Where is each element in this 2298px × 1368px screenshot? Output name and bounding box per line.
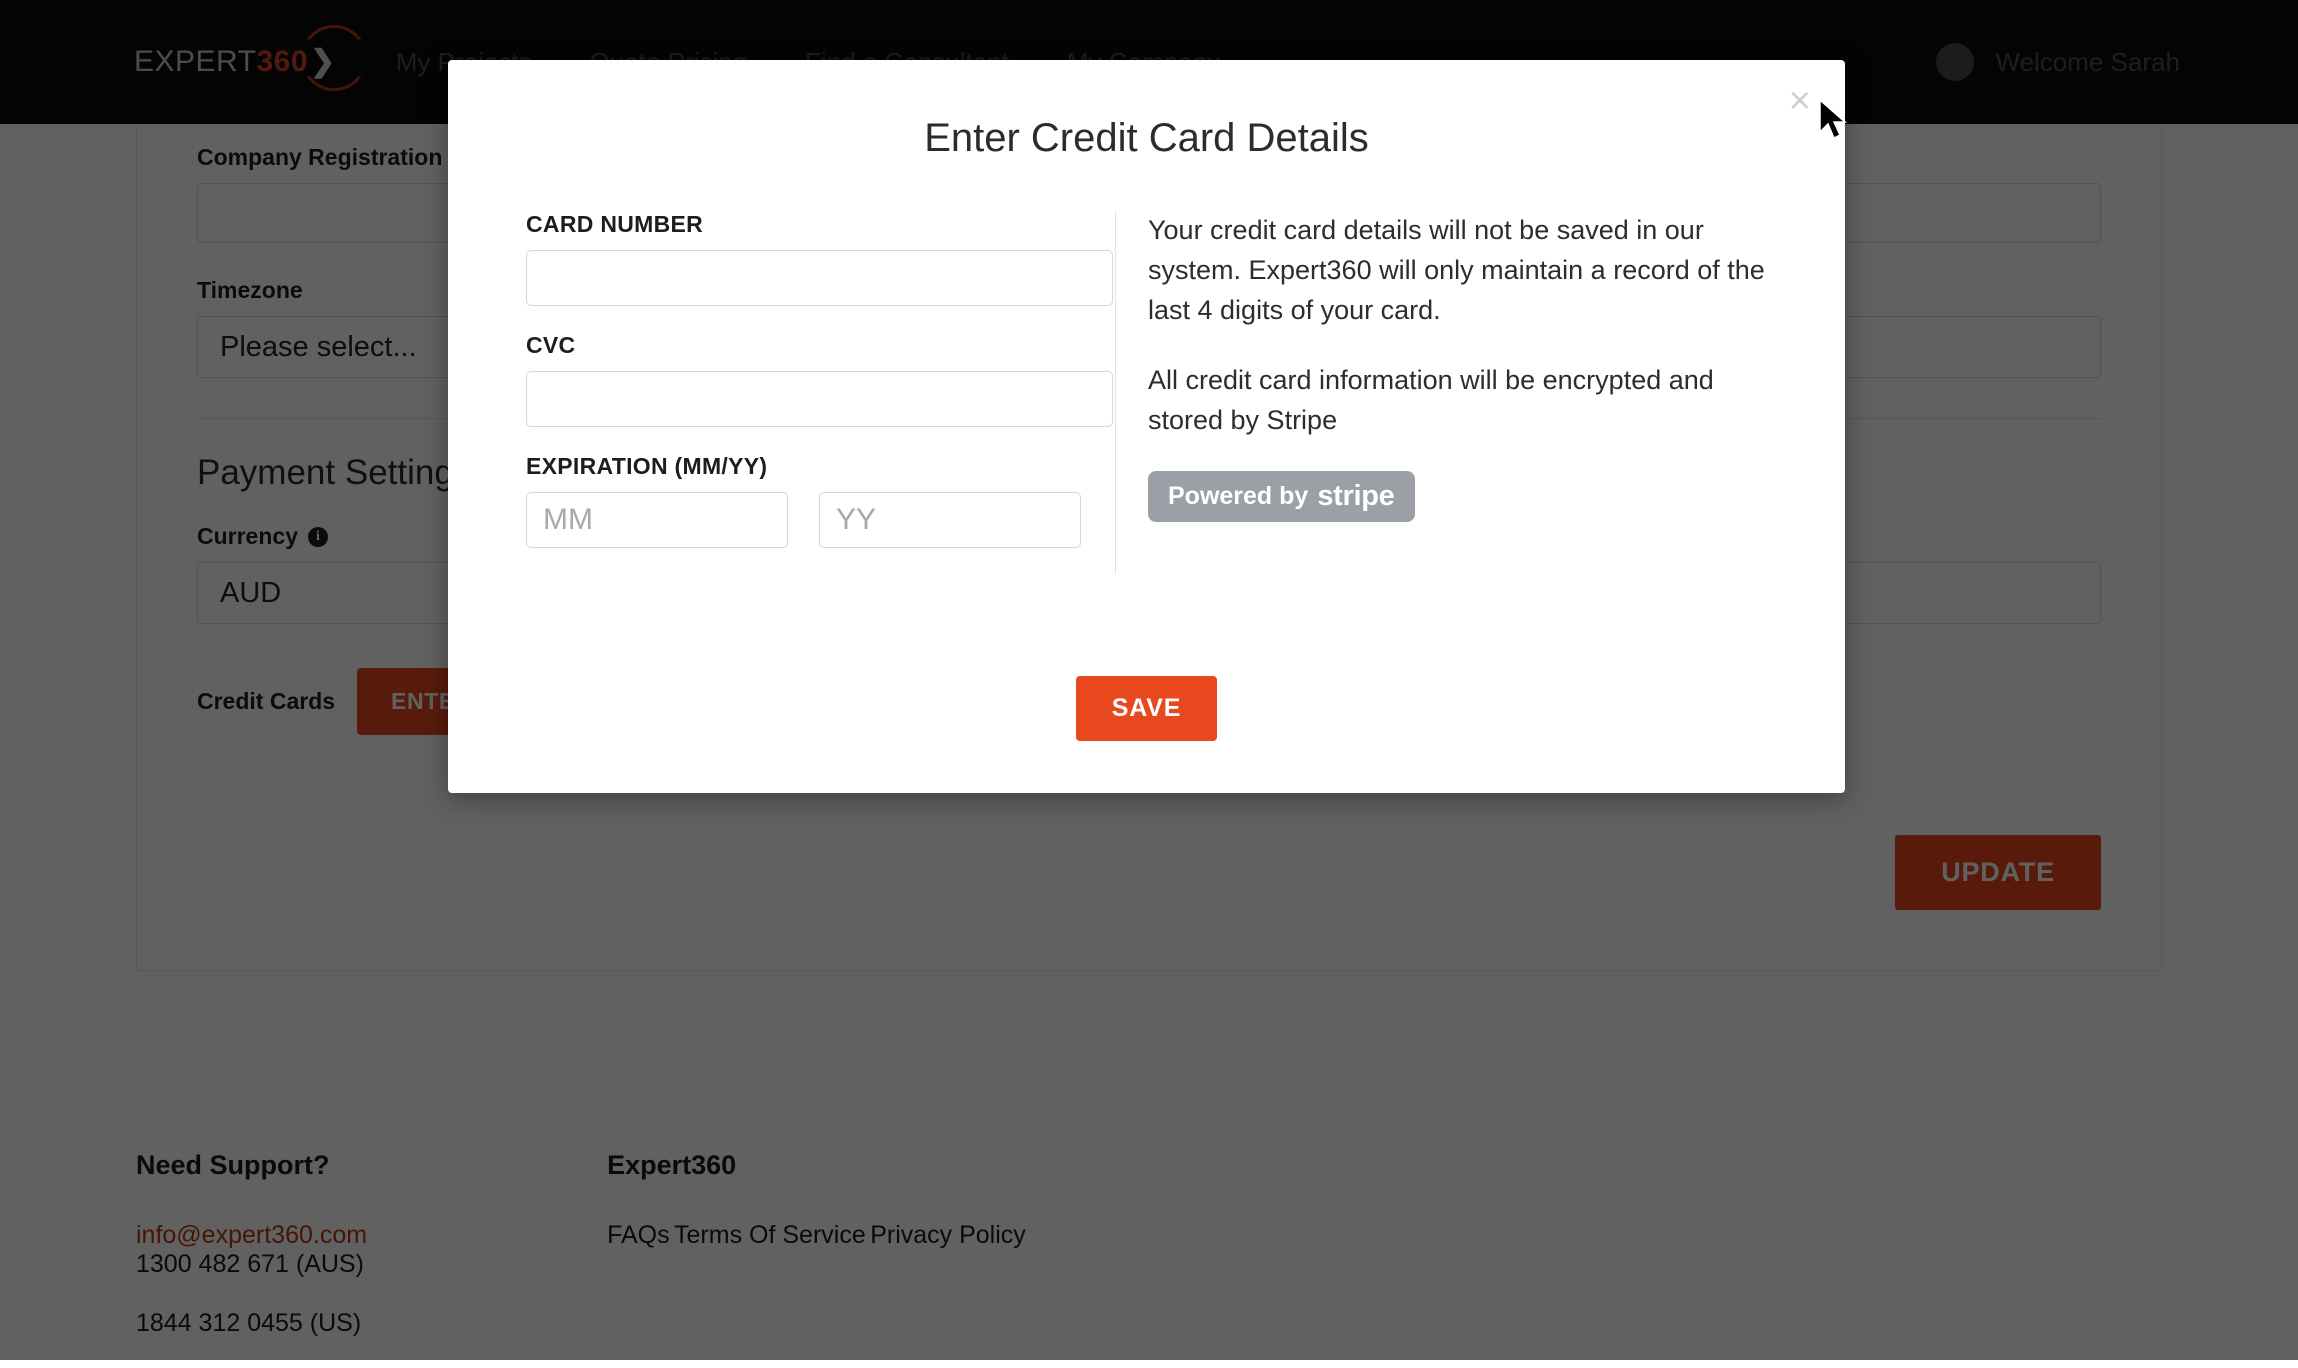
field-card-number: CARD NUMBER bbox=[526, 211, 1085, 306]
field-expiration: EXPIRATION (MM/YY) bbox=[526, 453, 1085, 548]
card-form-column: CARD NUMBER CVC EXPIRATION (MM/YY) bbox=[526, 211, 1116, 574]
powered-by-stripe-badge: Powered by stripe bbox=[1148, 471, 1415, 522]
info-paragraph-1: Your credit card details will not be sav… bbox=[1148, 211, 1767, 331]
modal-body: CARD NUMBER CVC EXPIRATION (MM/YY) Your … bbox=[448, 211, 1845, 574]
stripe-badge-brand: stripe bbox=[1317, 480, 1394, 513]
privacy-info-column: Your credit card details will not be sav… bbox=[1116, 211, 1767, 574]
info-paragraph-2: All credit card information will be encr… bbox=[1148, 361, 1767, 441]
expiration-year-input[interactable] bbox=[819, 492, 1081, 548]
card-number-input[interactable] bbox=[526, 250, 1113, 306]
stripe-badge-prefix: Powered by bbox=[1168, 482, 1308, 511]
close-icon[interactable]: × bbox=[1789, 82, 1811, 120]
expiration-label: EXPIRATION (MM/YY) bbox=[526, 453, 1085, 480]
card-number-label: CARD NUMBER bbox=[526, 211, 1085, 238]
field-cvc: CVC bbox=[526, 332, 1085, 427]
save-button[interactable]: SAVE bbox=[1076, 676, 1217, 741]
modal-footer: SAVE bbox=[448, 676, 1845, 741]
modal-title: Enter Credit Card Details bbox=[448, 60, 1845, 161]
credit-card-modal: × Enter Credit Card Details CARD NUMBER … bbox=[448, 60, 1845, 793]
cvc-input[interactable] bbox=[526, 371, 1113, 427]
expiration-month-input[interactable] bbox=[526, 492, 788, 548]
expiration-inputs bbox=[526, 492, 1085, 548]
cvc-label: CVC bbox=[526, 332, 1085, 359]
